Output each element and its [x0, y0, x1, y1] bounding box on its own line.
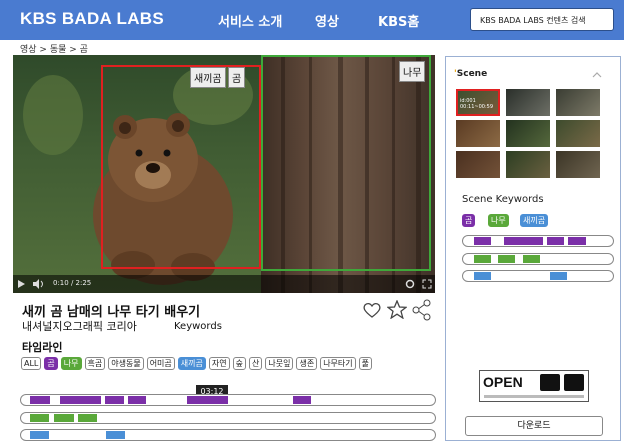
heart-icon[interactable]: [362, 302, 382, 319]
segment[interactable]: [474, 237, 491, 245]
timeline-tag[interactable]: 나뭇잎: [265, 357, 294, 370]
scene-thumbnail[interactable]: [556, 120, 600, 147]
timeline-tag[interactable]: 어미곰: [146, 357, 175, 370]
video-controls: 0:10 / 2:25: [13, 275, 435, 293]
timeline-tag[interactable]: 곰: [44, 357, 58, 370]
scene-track-cub[interactable]: [462, 270, 614, 282]
download-button[interactable]: 다운로드: [465, 416, 603, 436]
nav-service-intro[interactable]: 서비스 소개: [218, 11, 282, 30]
scene-thumbnail[interactable]: [506, 151, 550, 178]
timeline-tag[interactable]: 야생동물: [108, 357, 144, 370]
scene-tag-bear[interactable]: 곰: [462, 214, 476, 227]
timeline-tag[interactable]: 자연: [208, 357, 230, 370]
settings-icon[interactable]: [405, 279, 415, 289]
segment[interactable]: [187, 396, 228, 404]
scene-keywords-title: Scene Keywords: [462, 194, 544, 205]
volume-icon[interactable]: [32, 279, 44, 289]
timeline-tag[interactable]: 새끼곰: [177, 357, 206, 370]
video-player[interactable]: 새끼곰 곰 나무 0:10 / 2:25: [13, 55, 435, 293]
timeline-tag[interactable]: 나무타기: [320, 357, 356, 370]
open-license-badge: OPEN: [479, 370, 589, 402]
segment[interactable]: [128, 396, 146, 404]
scene-thumbnail[interactable]: id:001 00:11~00:59: [456, 89, 500, 116]
scene-thumbnail[interactable]: [506, 120, 550, 147]
segment[interactable]: [568, 237, 586, 245]
attribution-icon: [540, 374, 560, 391]
segment[interactable]: [106, 431, 125, 439]
thumb-caption: id:001 00:11~00:59: [460, 98, 494, 110]
segment[interactable]: [30, 396, 50, 404]
label-cub: 새끼곰: [190, 67, 226, 88]
timeline-track-tree[interactable]: [20, 412, 436, 424]
tree-detection-box[interactable]: [261, 55, 431, 271]
share-icon[interactable]: [411, 299, 433, 321]
fullscreen-icon[interactable]: [422, 279, 432, 289]
timeline-tag[interactable]: ALL: [21, 357, 42, 370]
timeline-heading: 타임라인: [22, 341, 63, 354]
scene-thumbnail[interactable]: [456, 151, 500, 178]
video-channel: 내셔널지오그래픽 코리아: [22, 320, 137, 333]
timeline-track-cub[interactable]: [20, 429, 436, 441]
scene-thumbnail[interactable]: [456, 120, 500, 147]
segment[interactable]: [54, 414, 74, 422]
scene-title: 'Scene: [454, 69, 488, 79]
segment[interactable]: [498, 255, 515, 263]
segment[interactable]: [293, 396, 311, 404]
brand-logo[interactable]: KBS BADA LABS: [20, 9, 164, 29]
timeline-tag[interactable]: 생존: [296, 357, 318, 370]
segment[interactable]: [78, 414, 97, 422]
commercial-use-icon: [564, 374, 584, 391]
timeline-tag[interactable]: 숲: [232, 357, 246, 370]
chevron-up-icon[interactable]: [592, 71, 602, 78]
segment[interactable]: [474, 255, 491, 263]
segment[interactable]: [30, 414, 49, 422]
scene-thumbnail[interactable]: [556, 89, 600, 116]
scene-tag-cub[interactable]: 새끼곰: [520, 214, 549, 227]
segment[interactable]: [60, 396, 101, 404]
timeline-track-bear[interactable]: [20, 394, 436, 406]
time-display: 0:10 / 2:25: [53, 279, 92, 287]
scene-panel: 'Scene id:001 00:11~00:59 Scene Keywords…: [445, 56, 621, 441]
timeline-tag[interactable]: 나무: [60, 357, 82, 370]
segment[interactable]: [105, 396, 124, 404]
scene-track-tree[interactable]: [462, 253, 614, 265]
scene-thumbnail[interactable]: [506, 89, 550, 116]
scene-tag-tree[interactable]: 나무: [488, 214, 509, 227]
segment[interactable]: [523, 255, 540, 263]
play-icon[interactable]: [17, 279, 26, 289]
label-bear: 곰: [228, 67, 246, 88]
license-caption-line: [484, 395, 584, 398]
nav-video[interactable]: 영상: [315, 11, 339, 30]
search-input[interactable]: KBS BADA LABS 컨텐츠 검색: [470, 8, 614, 31]
breadcrumb: 영상 > 동물 > 곰: [20, 45, 88, 55]
star-icon[interactable]: [387, 300, 407, 319]
timeline-tag[interactable]: 흑곰: [84, 357, 106, 370]
segment[interactable]: [474, 272, 491, 280]
scene-track-bear[interactable]: [462, 235, 614, 247]
label-tree: 나무: [399, 61, 426, 82]
timeline-tag[interactable]: 산: [248, 357, 263, 370]
bear-detection-box[interactable]: [101, 65, 261, 269]
timeline-tag[interactable]: 풀: [358, 357, 373, 370]
segment[interactable]: [550, 272, 567, 280]
segment[interactable]: [30, 431, 49, 439]
open-license-text: OPEN: [483, 374, 523, 390]
scene-thumbnail[interactable]: [556, 151, 600, 178]
keywords-label: Keywords: [174, 321, 222, 332]
segment[interactable]: [547, 237, 564, 245]
nav-kbs-home[interactable]: KBS홈: [378, 11, 419, 30]
segment[interactable]: [504, 237, 543, 245]
